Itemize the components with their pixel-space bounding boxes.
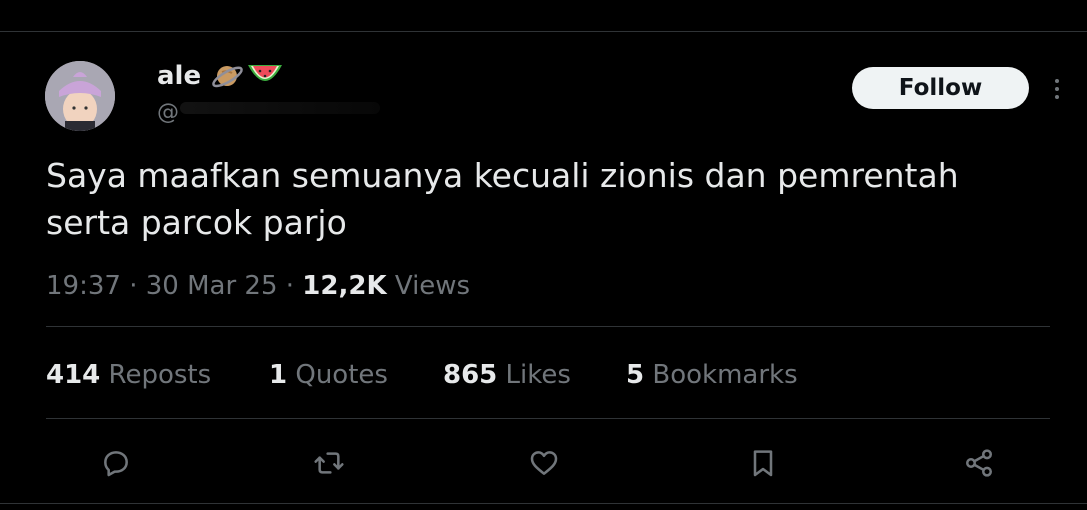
stats-top-divider: [46, 326, 1050, 327]
more-options-icon[interactable]: [1047, 74, 1067, 104]
likes-count: 865: [443, 360, 498, 390]
quotes-label: Quotes: [295, 360, 388, 390]
repost-button[interactable]: [307, 441, 351, 485]
reposts-stat[interactable]: 414 Reposts: [46, 355, 211, 395]
reply-icon: [104, 451, 128, 477]
actions-top-divider: [46, 418, 1050, 419]
top-divider: [0, 31, 1087, 32]
tweet-time[interactable]: 19:37: [46, 271, 121, 301]
likes-stat[interactable]: 865 Likes: [443, 355, 571, 395]
watermelon-icon: [248, 65, 282, 81]
like-icon: [530, 451, 558, 475]
name-emoji-badges: [210, 58, 284, 94]
quotes-count: 1: [269, 360, 288, 390]
bookmarks-label: Bookmarks: [652, 360, 798, 390]
tweet-date[interactable]: 30 Mar 25: [146, 271, 278, 301]
views-count: 12,2K: [302, 271, 387, 301]
like-button[interactable]: [522, 441, 566, 485]
follow-button[interactable]: Follow: [852, 67, 1029, 109]
bookmarks-count: 5: [626, 360, 645, 390]
avatar[interactable]: [45, 61, 115, 131]
meta-separator: ·: [129, 271, 146, 301]
bottom-divider: [0, 503, 1087, 504]
handle-redaction: [180, 102, 380, 114]
share-icon: [966, 449, 992, 477]
bookmark-icon: [753, 450, 773, 477]
reposts-count: 414: [46, 360, 101, 390]
reposts-label: Reposts: [108, 360, 212, 390]
likes-label: Likes: [505, 360, 571, 390]
bookmark-button[interactable]: [741, 441, 785, 485]
views-label: Views: [394, 271, 471, 301]
user-handle[interactable]: @: [157, 100, 179, 126]
tweet-meta: 19:37 · 30 Mar 25 · 12,2K Views: [46, 266, 470, 306]
bookmarks-stat[interactable]: 5 Bookmarks: [626, 355, 798, 395]
meta-separator: ·: [285, 271, 303, 301]
share-button[interactable]: [957, 441, 1001, 485]
tweet-text: Saya maafkan semuanya kecuali zionis dan…: [46, 156, 959, 242]
repost-icon: [314, 452, 344, 474]
reply-button[interactable]: [94, 441, 138, 485]
display-name[interactable]: ale: [157, 58, 201, 94]
quotes-stat[interactable]: 1 Quotes: [269, 355, 388, 395]
ringed-planet-icon: [212, 66, 243, 88]
